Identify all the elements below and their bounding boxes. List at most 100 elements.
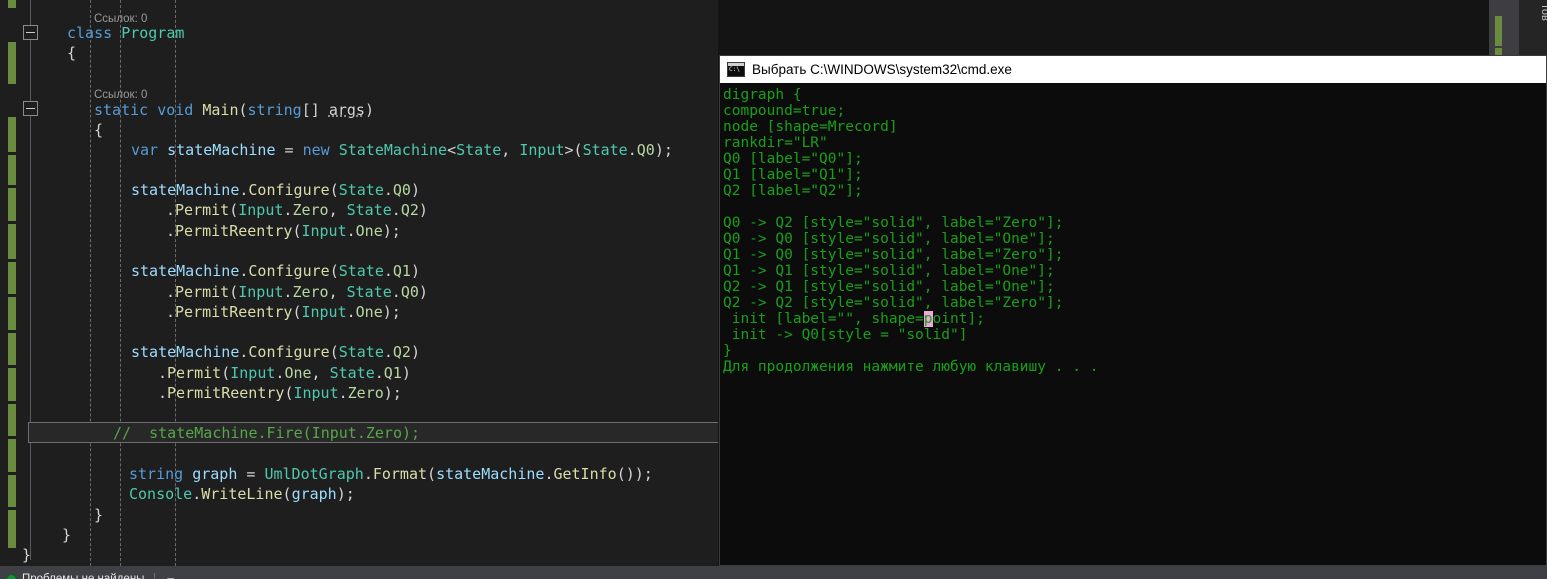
console-output-line: Q0 -> Q0 [style="solid", label="One"]; <box>723 231 1055 247</box>
code-token: ) <box>401 364 411 382</box>
code-line[interactable]: .Permit(Input.Zero, State.Q0) <box>166 282 428 302</box>
code-line[interactable]: static void Main(string[] args) <box>94 100 374 120</box>
code-token: , <box>328 201 347 219</box>
code-token: PermitReentry <box>175 303 293 321</box>
code-token: Q0 <box>392 181 411 199</box>
cmd-console-window[interactable]: C:\ Выбрать C:\WINDOWS\system32\cmd.exe … <box>719 55 1547 566</box>
vertical-tab-label: тов <box>1539 4 1547 21</box>
code-token: ( <box>238 101 248 119</box>
console-output-line: Q1 [label="Q1"]; <box>723 167 863 183</box>
code-token: } <box>22 546 32 564</box>
console-output-line: digraph { <box>723 87 802 103</box>
code-token: >( <box>564 141 583 159</box>
code-token: . <box>383 262 393 280</box>
code-token: Input <box>238 201 284 219</box>
code-line[interactable]: .PermitReentry(Input.One); <box>166 221 401 241</box>
console-output-line: init -> Q0[style = "solid"] <box>723 327 968 343</box>
code-token: . <box>383 181 393 199</box>
console-cursor-line: init [label="", shape=point]; <box>721 311 1546 327</box>
code-token: } <box>94 506 104 524</box>
code-line[interactable]: } <box>22 545 31 565</box>
code-token: . <box>166 222 176 240</box>
code-token: Program <box>121 24 185 42</box>
status-pin-icon: ▱ <box>165 573 173 579</box>
code-token: ( <box>427 465 437 483</box>
code-line[interactable]: stateMachine.Configure(State.Q0) <box>131 180 420 200</box>
status-message: Проблемы не найдены <box>22 573 145 579</box>
code-token: string <box>129 465 184 483</box>
code-token: Console <box>129 485 193 503</box>
console-output-area[interactable]: digraph {compound=true; node [shape=Mreco… <box>720 83 1546 565</box>
code-token: Input <box>301 303 347 321</box>
code-token: . <box>158 364 168 382</box>
cmd-icon-label: C:\ <box>729 66 740 73</box>
code-token: ) <box>410 181 420 199</box>
code-line[interactable]: Console.WriteLine(graph); <box>129 484 355 504</box>
code-token: , <box>501 141 520 159</box>
console-output-line: Q2 [label="Q2"]; <box>723 183 863 199</box>
code-token: Input <box>301 222 347 240</box>
code-token: UmlDotGraph <box>264 465 364 483</box>
code-line[interactable]: string graph = UmlDotGraph.Format(stateM… <box>129 464 653 484</box>
code-line[interactable]: var stateMachine = new StateMachine<Stat… <box>131 140 673 160</box>
code-line[interactable]: stateMachine.Configure(State.Q2) <box>131 342 420 362</box>
code-token: . <box>346 222 356 240</box>
code-text-layer[interactable]: Ссылок: 0 Ссылок: 0 class Program{static v… <box>0 0 718 566</box>
code-editor-pane[interactable]: Ссылок: 0 Ссылок: 0 class Program{static v… <box>0 0 718 566</box>
code-token: State <box>582 141 628 159</box>
code-line[interactable]: { <box>94 120 103 140</box>
code-token: One <box>355 222 383 240</box>
code-token: Permit <box>175 201 230 219</box>
console-title-bar[interactable]: C:\ Выбрать C:\WINDOWS\system32\cmd.exe <box>720 56 1546 83</box>
code-token: new <box>302 141 330 159</box>
code-token: graph <box>192 465 238 483</box>
console-output-line: Q0 [label="Q0"]; <box>723 151 863 167</box>
code-token: ); <box>654 141 673 159</box>
console-output-line: Q2 -> Q2 [style="solid", label="Zero"]; <box>723 295 1064 311</box>
code-token: ) <box>364 101 374 119</box>
code-line[interactable]: } <box>62 525 71 545</box>
code-line[interactable]: .PermitReentry(Input.Zero); <box>158 383 402 403</box>
code-line[interactable]: { <box>67 43 76 63</box>
code-token: Q2 <box>392 343 411 361</box>
code-token: GetInfo <box>553 465 617 483</box>
code-token: ) <box>410 262 420 280</box>
code-line[interactable]: .PermitReentry(Input.One); <box>166 302 401 322</box>
code-line[interactable]: class Program <box>67 23 184 43</box>
code-token: Configure <box>248 343 330 361</box>
code-line[interactable]: // stateMachine.Fire(Input.Zero); <box>113 423 420 443</box>
code-token: State <box>346 201 392 219</box>
console-output-line: Для продолжения нажмите любую клавишу . … <box>723 359 1099 375</box>
code-token: ); <box>382 222 401 240</box>
code-token: . <box>192 485 202 503</box>
code-token: Q0 <box>400 283 419 301</box>
code-token: , <box>311 364 330 382</box>
code-token: [] <box>301 101 329 119</box>
code-token: . <box>374 364 384 382</box>
code-token: ( <box>229 201 239 219</box>
code-line[interactable]: .Permit(Input.Zero, State.Q2) <box>166 200 428 220</box>
code-token: . <box>391 201 401 219</box>
code-token: PermitReentry <box>175 222 293 240</box>
code-token: = <box>275 141 303 159</box>
code-token: . <box>166 201 176 219</box>
code-line[interactable]: stateMachine.Configure(State.Q1) <box>131 261 420 281</box>
console-text-after-cursor: oint]; <box>932 311 985 327</box>
code-token: ) <box>410 343 420 361</box>
code-token: args <box>328 101 365 119</box>
code-token: . <box>627 141 637 159</box>
code-token: = <box>237 465 265 483</box>
code-token: stateMachine <box>131 262 240 280</box>
console-output-line: Q2 -> Q1 [style="solid", label="One"]; <box>723 279 1055 295</box>
code-token: . <box>363 465 373 483</box>
code-token: string <box>247 101 302 119</box>
console-output-line: compound=true; <box>723 103 846 119</box>
code-token: Q0 <box>636 141 655 159</box>
code-token: State <box>338 181 384 199</box>
code-line[interactable]: .Permit(Input.One, State.Q1) <box>158 363 411 383</box>
code-line[interactable]: } <box>94 505 103 525</box>
console-cursor-char: p <box>923 311 933 327</box>
